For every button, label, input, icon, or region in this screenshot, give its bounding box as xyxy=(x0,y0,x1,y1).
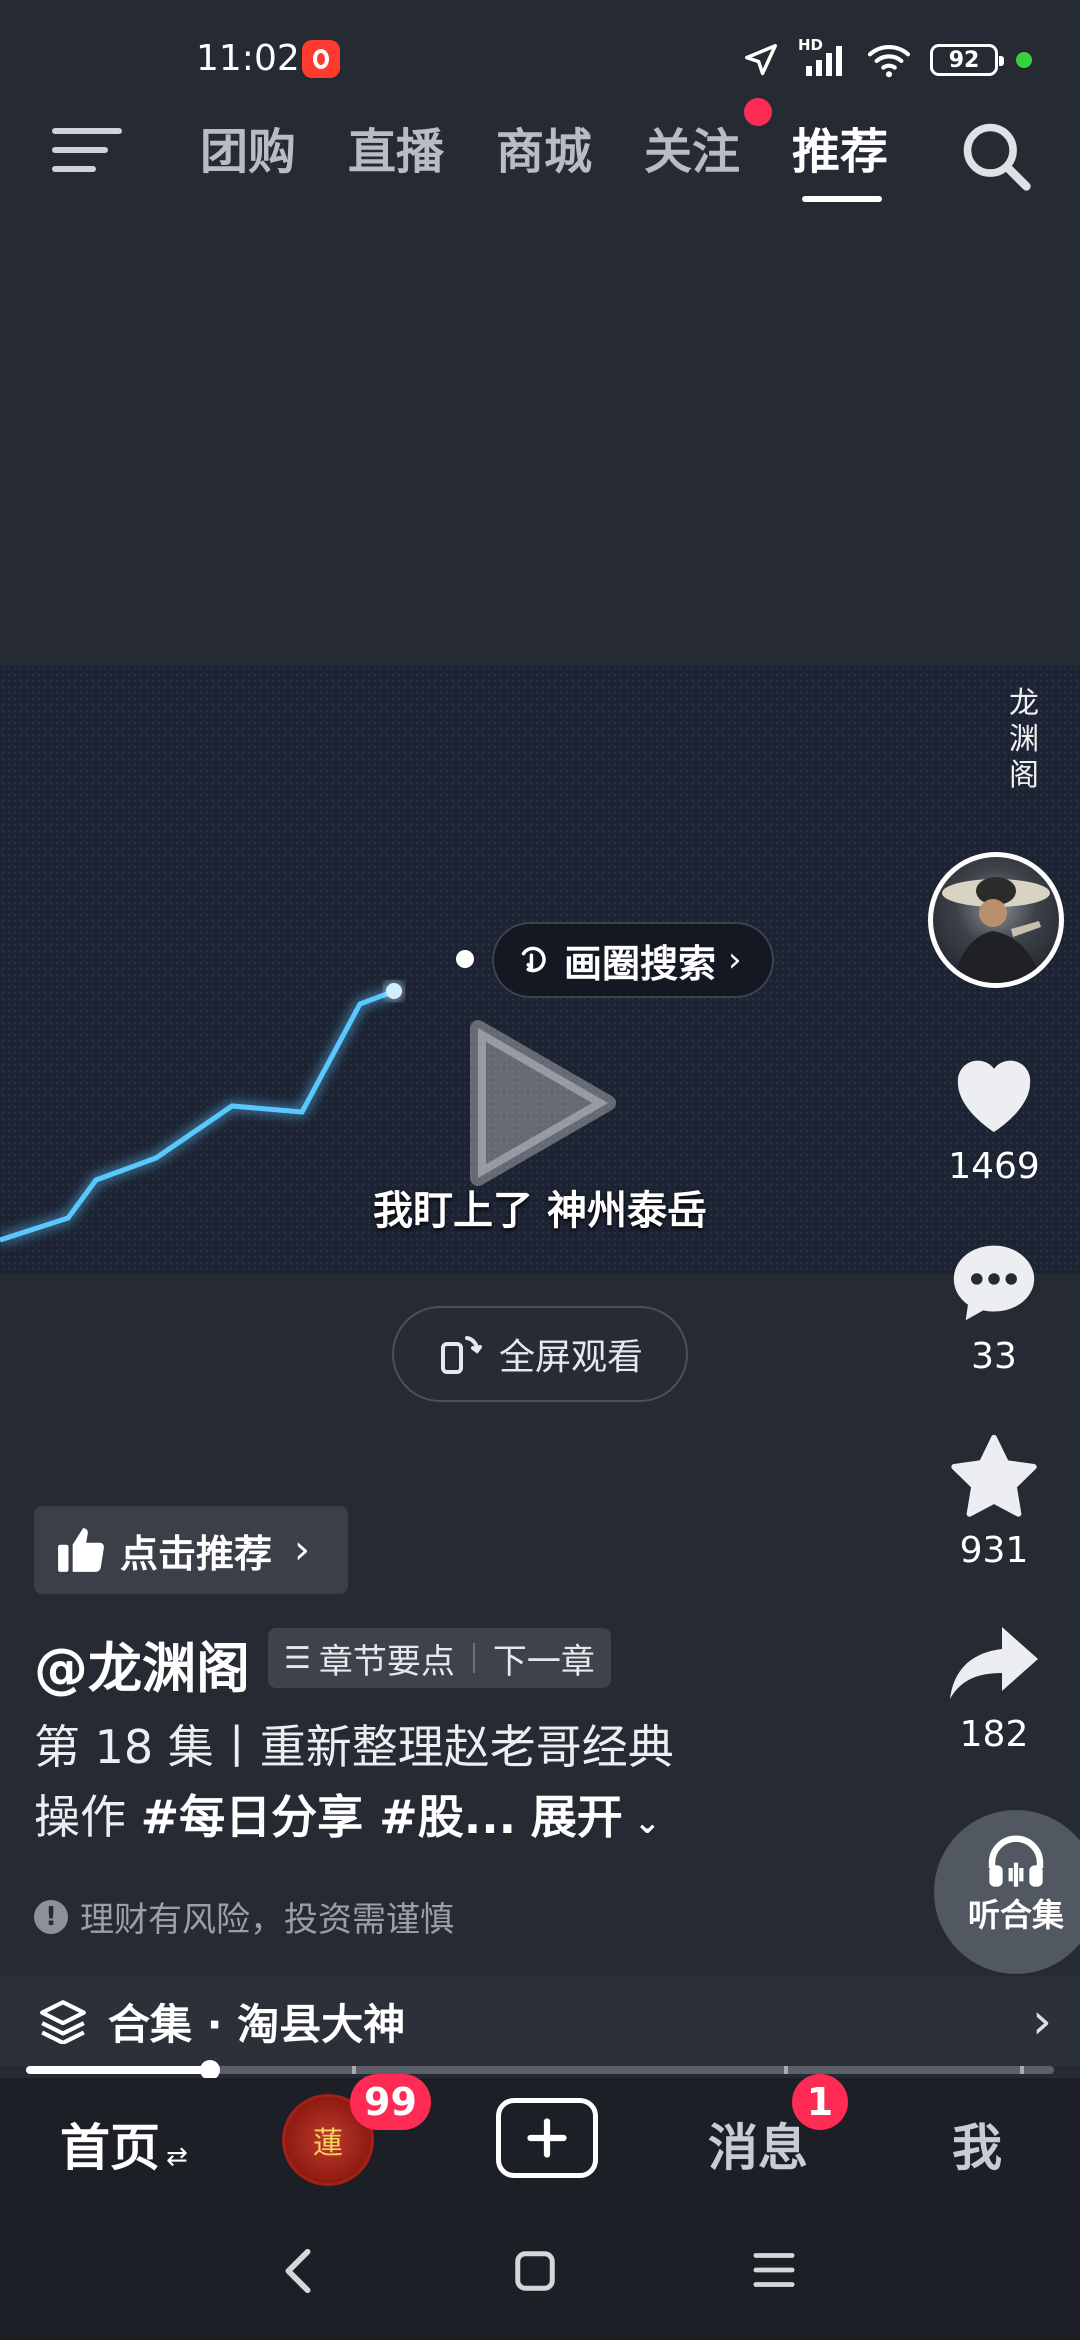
chevron-right-icon: › xyxy=(1032,1992,1052,2050)
chapter-marker xyxy=(352,2066,356,2074)
fullscreen-label: 全屏观看 xyxy=(498,1337,643,1378)
share-button[interactable]: 182 xyxy=(924,1622,1064,1755)
messages-badge: 1 xyxy=(792,2074,848,2130)
circle-search-anchor-dot xyxy=(456,950,474,968)
description-line-2: 操作 #每日分享 #股... 展开 ⌄ xyxy=(34,1790,661,1844)
chapter-controls: ☰ 章节要点 下一章 xyxy=(268,1628,611,1688)
tab-following[interactable]: 关注 xyxy=(644,120,740,184)
create-button[interactable] xyxy=(496,2098,598,2178)
video-subtitle: 我盯上了 神州泰岳 xyxy=(373,1188,707,1234)
author-avatar[interactable] xyxy=(928,852,1064,988)
play-icon[interactable] xyxy=(468,1018,618,1188)
status-time: 11:02 xyxy=(196,38,300,79)
tab-live[interactable]: 直播 xyxy=(348,120,444,184)
video-description: 第 18 集丨重新整理赵老哥经典 操作 #每日分享 #股... 展开 ⌄ xyxy=(34,1712,854,1857)
comment-icon xyxy=(953,1245,1035,1321)
divider xyxy=(472,1643,475,1673)
circle-search-label: 画圈搜索 xyxy=(564,941,717,986)
chevron-down-icon: ⌄ xyxy=(622,1803,661,1841)
listen-collection-button[interactable]: 听合集 xyxy=(934,1810,1080,1974)
plus-icon xyxy=(527,2118,567,2158)
risk-text: 理财有风险，投资需谨慎 xyxy=(80,1900,454,1940)
warning-icon: ! xyxy=(34,1899,68,1934)
favorite-button[interactable]: 931 xyxy=(924,1432,1064,1571)
tab-me[interactable]: 我 xyxy=(952,2108,1002,2180)
like-button[interactable]: 1469 xyxy=(924,1048,1064,1187)
favorite-count: 931 xyxy=(959,1530,1029,1571)
chapter-marker xyxy=(1020,2066,1024,2074)
comment-button[interactable]: 33 xyxy=(924,1238,1064,1377)
chapter-marker xyxy=(784,2066,788,2074)
search-icon[interactable] xyxy=(958,118,1034,194)
following-notification-dot xyxy=(744,98,772,126)
hashtags[interactable]: #每日分享 #股... xyxy=(141,1790,517,1844)
swap-icon: ⇄ xyxy=(166,2142,188,2172)
tab-messages[interactable]: 消息 xyxy=(708,2108,808,2180)
description-line-1: 第 18 集丨重新整理赵老哥经典 xyxy=(34,1720,674,1774)
notification-app-icon xyxy=(302,40,340,78)
tab-home[interactable]: 首页 ⇄ xyxy=(60,2108,188,2180)
cell-signal-icon: HD xyxy=(798,36,848,80)
heart-icon xyxy=(957,1060,1031,1132)
comment-count: 33 xyxy=(971,1336,1017,1377)
thumbs-up-icon xyxy=(58,1528,104,1572)
fullscreen-button[interactable]: 全屏观看 xyxy=(392,1306,688,1402)
recommend-label: 点击推荐 xyxy=(120,1531,273,1576)
home-icon[interactable] xyxy=(512,2248,558,2294)
author-name[interactable]: @龙渊阁 xyxy=(34,1624,250,1703)
star-icon xyxy=(951,1434,1037,1517)
chevron-right-icon: › xyxy=(294,1527,311,1573)
progress-knob[interactable] xyxy=(200,2060,220,2080)
expand-button[interactable]: 展开 ⌄ xyxy=(531,1790,661,1844)
layers-icon xyxy=(40,2000,86,2044)
status-icons: HD 92 xyxy=(742,36,1032,82)
wifi-icon xyxy=(867,44,911,78)
collection-label: 合集 · 淘县大神 xyxy=(108,1999,406,2049)
recommend-button[interactable]: 点击推荐 › xyxy=(34,1506,348,1594)
tab-mall[interactable]: 商城 xyxy=(496,120,592,184)
headphones-icon xyxy=(988,1835,1044,1887)
chapter-points-button[interactable]: 章节要点 xyxy=(319,1634,455,1683)
system-navigation-bar xyxy=(0,2198,1080,2340)
recents-icon[interactable] xyxy=(752,2250,796,2290)
privacy-indicator-icon xyxy=(1016,52,1032,68)
touch-circle-icon xyxy=(521,946,546,973)
back-icon[interactable] xyxy=(278,2246,318,2296)
chevron-right-icon: › xyxy=(728,940,742,980)
video-player[interactable]: 龙渊阁 画圈搜索 › 我盯上了 神州泰岳 xyxy=(0,666,1080,1274)
rotate-screen-icon xyxy=(440,1336,482,1374)
next-chapter-button[interactable]: 下一章 xyxy=(493,1634,595,1683)
risk-notice: ! 理财有风险，投资需谨慎 xyxy=(34,1892,454,1941)
active-tab-indicator xyxy=(802,196,882,202)
tab-group-buy[interactable]: 团购 xyxy=(200,120,296,184)
friend-badge: 99 xyxy=(350,2074,431,2130)
collection-bar[interactable]: 合集 · 淘县大神 › xyxy=(0,1976,1080,2066)
share-icon xyxy=(950,1627,1038,1699)
listen-label: 听合集 xyxy=(967,1896,1064,1934)
progress-fill xyxy=(26,2066,210,2074)
like-count: 1469 xyxy=(948,1146,1040,1187)
menu-icon[interactable] xyxy=(52,122,122,178)
circle-search-button[interactable]: 画圈搜索 › xyxy=(492,922,774,998)
share-count: 182 xyxy=(959,1714,1029,1755)
list-icon: ☰ xyxy=(284,1640,311,1676)
tab-recommend[interactable]: 推荐 xyxy=(792,120,888,184)
location-icon xyxy=(745,44,777,76)
battery-icon: 92 xyxy=(930,44,1004,76)
